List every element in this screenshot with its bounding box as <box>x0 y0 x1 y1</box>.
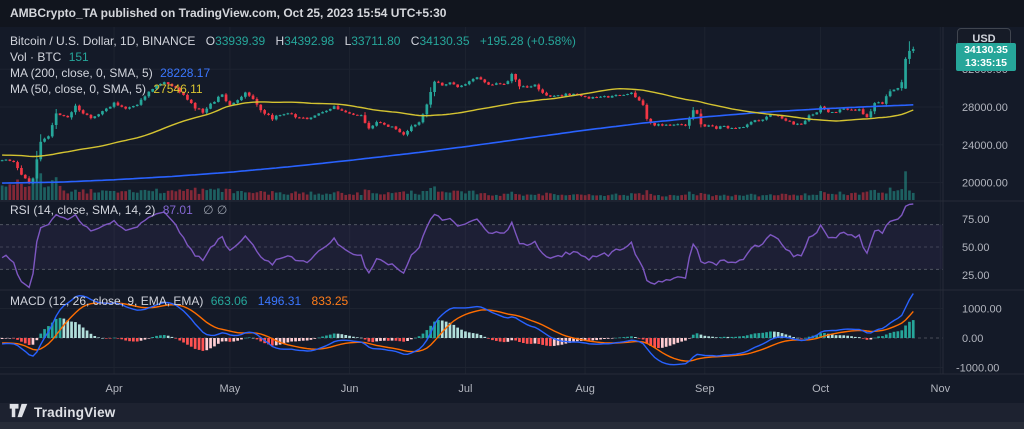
svg-text:24000.00: 24000.00 <box>962 140 1008 152</box>
svg-text:1000.00: 1000.00 <box>962 304 1002 316</box>
svg-text:75.00: 75.00 <box>962 214 990 226</box>
svg-text:May: May <box>220 383 241 395</box>
svg-text:0.00: 0.00 <box>962 333 983 345</box>
svg-text:Jul: Jul <box>458 383 472 395</box>
tradingview-logo-icon <box>9 403 28 423</box>
last-price-badge: 34130.35 13:35:15 <box>956 43 1016 71</box>
time-axis-labels[interactable]: Apr May Jun Jul Aug Sep Oct Nov <box>106 383 951 395</box>
svg-text:Nov: Nov <box>931 383 951 395</box>
publish-text: AMBCrypto_TA published on TradingView.co… <box>10 6 446 20</box>
bar-countdown: 13:35:15 <box>956 57 1016 70</box>
price-chart-canvas: 32000.0028000.0024000.0020000.0075.0050.… <box>0 27 1024 403</box>
publish-bar: AMBCrypto_TA published on TradingView.co… <box>0 0 1024 27</box>
footer: TradingView <box>0 403 1024 429</box>
ma50-line <box>2 89 913 157</box>
last-price-value: 34130.35 <box>956 44 1016 57</box>
svg-text:Oct: Oct <box>812 383 829 395</box>
volume-series <box>1 162 915 200</box>
svg-text:Sep: Sep <box>695 383 715 395</box>
svg-text:Aug: Aug <box>575 383 595 395</box>
svg-text:28000.00: 28000.00 <box>962 102 1008 114</box>
macd-histogram <box>1 318 915 351</box>
svg-text:Apr: Apr <box>106 383 123 395</box>
chart-area: 32000.0028000.0024000.0020000.0075.0050.… <box>0 27 1024 403</box>
ma200-line <box>2 105 913 183</box>
svg-text:50.00: 50.00 <box>962 242 990 254</box>
price-axis-labels: 32000.0028000.0024000.0020000.0075.0050.… <box>956 64 1008 374</box>
bottom-strip <box>0 422 1024 429</box>
rsi-band <box>0 225 943 270</box>
svg-text:20000.00: 20000.00 <box>962 178 1008 190</box>
svg-text:Jun: Jun <box>341 383 359 395</box>
tradingview-snapshot: AMBCrypto_TA published on TradingView.co… <box>0 0 1024 429</box>
svg-text:-1000.00: -1000.00 <box>956 363 999 375</box>
svg-text:25.00: 25.00 <box>962 270 990 282</box>
tradingview-brand-text[interactable]: TradingView <box>34 405 115 420</box>
